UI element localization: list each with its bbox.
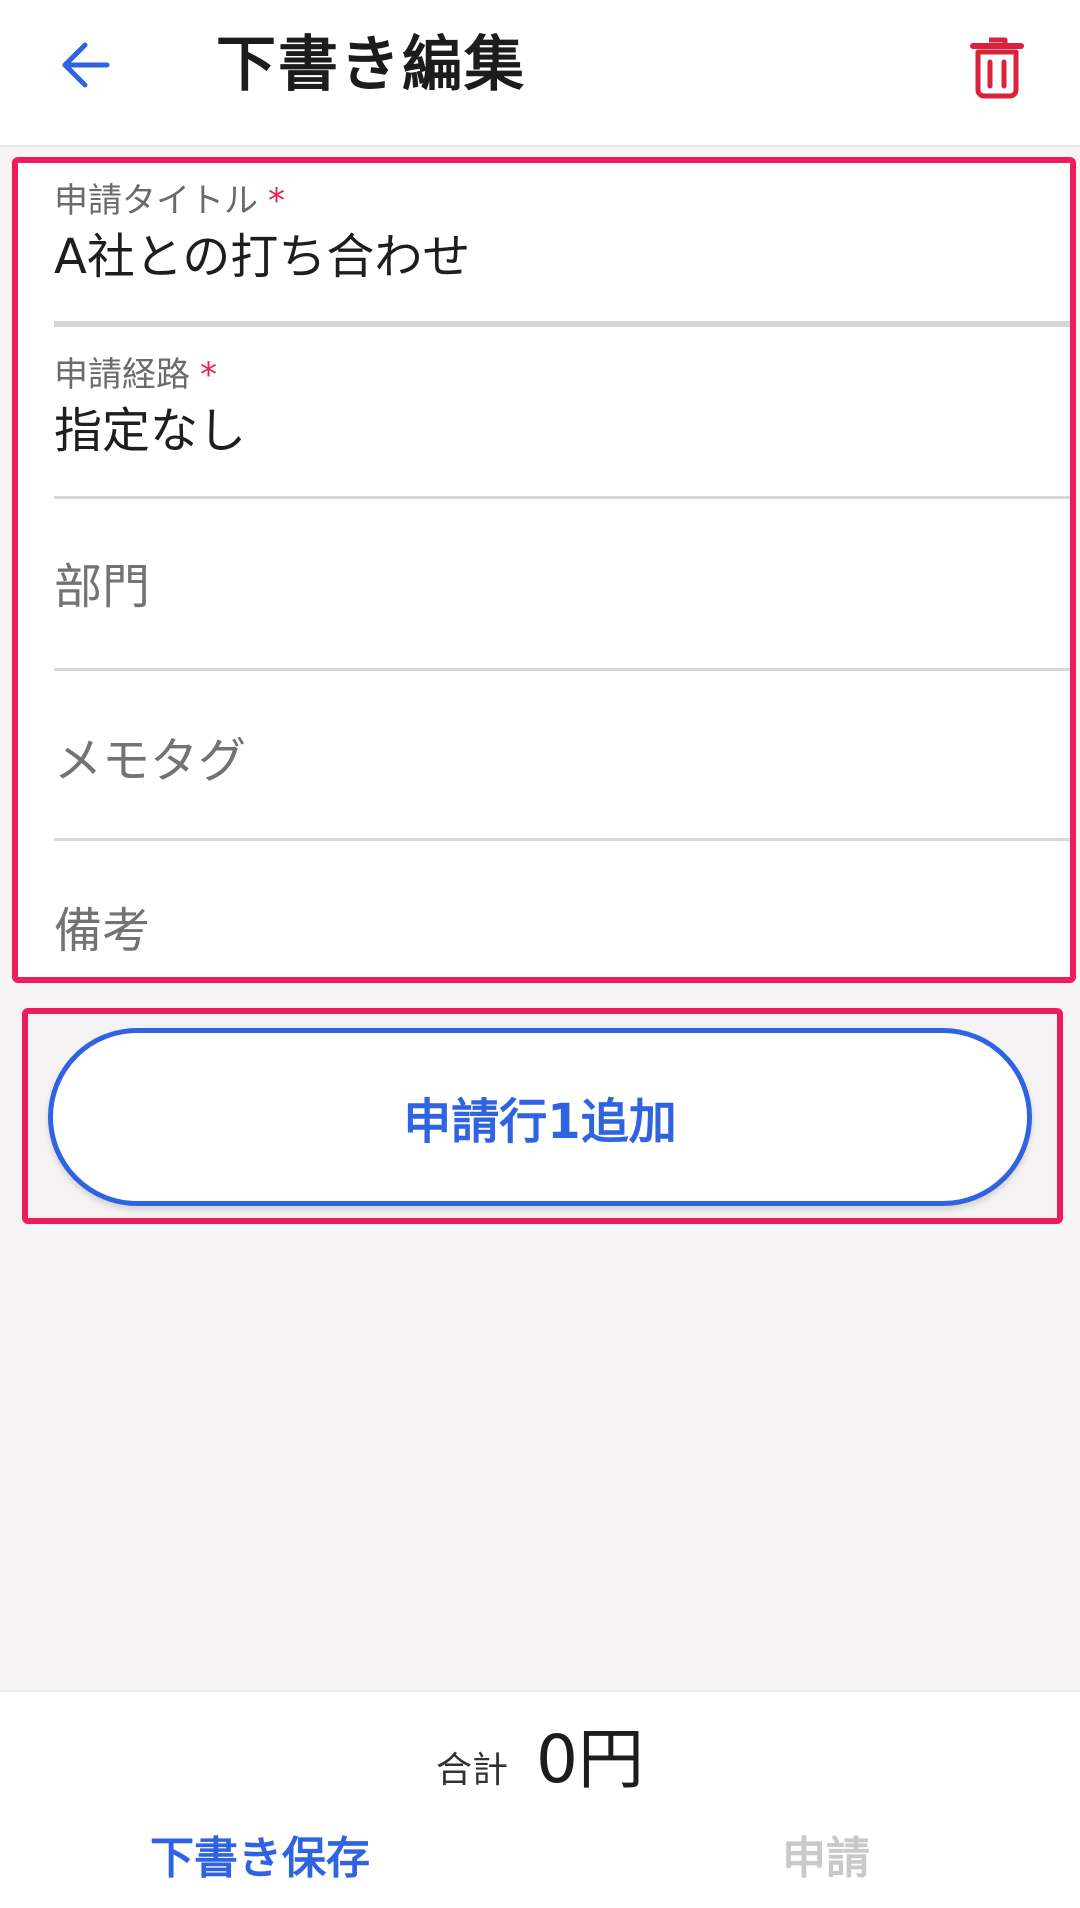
route-field[interactable]: 申請経路 * 指定なし (54, 355, 1070, 499)
route-select[interactable]: 指定なし (54, 403, 246, 459)
back-button[interactable] (50, 30, 120, 100)
application-form: 申請タイトル * A社との打ち合わせ 申請経路 * 指定なし 部門 メモタグ 備考 (12, 157, 1076, 983)
title-field[interactable]: 申請タイトル * A社との打ち合わせ (54, 181, 1070, 327)
remarks-input[interactable]: 備考 (54, 903, 150, 959)
submit-button[interactable]: 申請 (782, 1822, 870, 1886)
page-title: 下書き編集 (216, 30, 526, 100)
title-field-label: 申請タイトル * (54, 181, 285, 221)
required-mark: * (200, 355, 217, 395)
route-field-label: 申請経路 * (54, 355, 217, 395)
add-application-row-button[interactable]: 申請行1追加 (48, 1028, 1032, 1206)
trash-icon (970, 37, 1024, 99)
add-row-section: 申請行1追加 (22, 1008, 1063, 1224)
memo-tag-field[interactable]: メモタグ (54, 671, 1070, 841)
arrow-left-icon (62, 42, 110, 88)
department-input[interactable]: 部門 (54, 559, 150, 615)
total-summary: 合計 0円 (0, 1706, 1080, 1802)
remarks-field[interactable]: 備考 (54, 841, 1070, 977)
app-screen: 下書き編集 申請タイトル * A社との打ち合わせ 申請経路 * 指定なし 部門 … (0, 0, 1080, 1908)
title-field-underline (54, 321, 1070, 327)
route-label-text: 申請経路 (54, 355, 190, 395)
total-label: 合計 (435, 1750, 508, 1791)
save-draft-button[interactable]: 下書き保存 (150, 1822, 370, 1886)
delete-button[interactable] (960, 26, 1034, 108)
title-label-text: 申請タイトル (54, 181, 258, 221)
title-input[interactable]: A社との打ち合わせ (54, 229, 470, 285)
total-amount: 0円 (536, 1721, 644, 1798)
required-mark: * (268, 181, 285, 221)
footer-bar: 合計 0円 下書き保存 申請 (0, 1690, 1080, 1908)
memo-tag-input[interactable]: メモタグ (54, 733, 246, 789)
department-field[interactable]: 部門 (54, 499, 1070, 671)
app-header: 下書き編集 (0, 0, 1080, 147)
